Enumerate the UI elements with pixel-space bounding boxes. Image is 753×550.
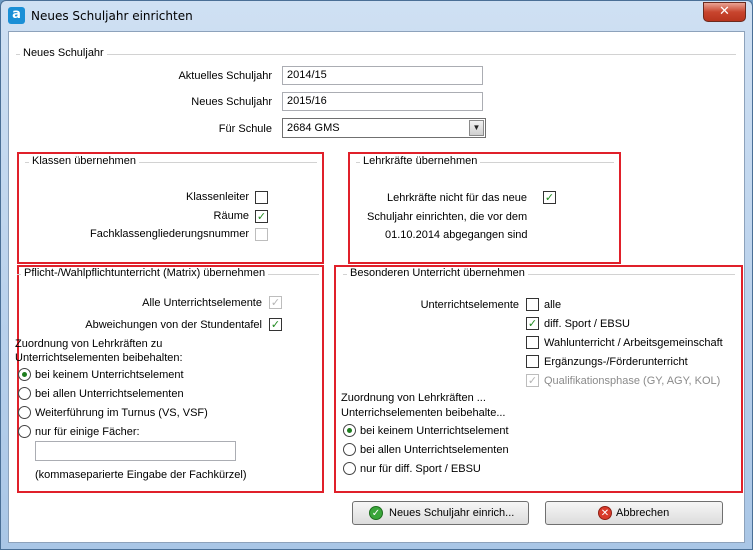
abbrechen-button[interactable]: ✕ Abbrechen [545, 501, 723, 525]
aktuelles-schuljahr-label: Aktuelles Schuljahr [178, 70, 272, 82]
lehrkraefte-text-line2: Schuljahr einrichten, die vor dem [367, 211, 528, 223]
besonderer-option-wahl-label: Wahlunterricht / Arbeitsgemeinschaft [544, 337, 723, 349]
dialog-content: Neues Schuljahr Aktuelles Schuljahr 2014… [8, 31, 745, 543]
raeume-checkbox[interactable]: ✓ [255, 210, 268, 223]
besonderer-radio-bei-keinem-label: bei keinem Unterrichtselement [360, 425, 509, 437]
group-title: Pflicht-/Wahlpflichtunterricht (Matrix) … [21, 267, 269, 279]
besonderer-radio-sport-label: nur für diff. Sport / EBSU [360, 463, 481, 475]
besonderer-option-quali-checkbox[interactable]: ✓ [526, 374, 539, 387]
faecher-hint: (kommaseparierte Eingabe der Fachkürzel) [35, 469, 247, 481]
ok-button-label: Neues Schuljahr einrich... [389, 507, 515, 519]
besonderer-radio-bei-allen[interactable] [343, 443, 356, 456]
besonderer-option-sport-label: diff. Sport / EBSU [544, 318, 631, 330]
chevron-down-icon[interactable]: ▼ [469, 120, 484, 136]
aktuelles-schuljahr-field[interactable]: 2014/15 [282, 66, 483, 85]
faecher-input[interactable] [35, 441, 236, 461]
pflicht-radio-bei-keinem-label: bei keinem Unterrichtselement [35, 369, 184, 381]
besonderer-option-ergaenzung-label: Ergänzungs-/Förderunterricht [544, 356, 688, 368]
abweichungen-checkbox[interactable]: ✓ [269, 318, 282, 331]
besonderer-elements-label: Unterrichtselemente [420, 299, 519, 311]
besonderer-option-quali-label: Qualifikationsphase (GY, AGY, KOL) [544, 375, 721, 387]
klassenleiter-checkbox[interactable] [255, 191, 268, 204]
pflicht-zuordnung-line1: Zuordnung von Lehrkräften zu [15, 338, 163, 350]
besonderer-radio-bei-keinem[interactable] [343, 424, 356, 437]
group-divider [16, 54, 736, 55]
pflicht-zuordnung-line2: Unterrichtselementen beibehalten: [15, 352, 183, 364]
besonderer-zuordnung-line2: Unterrichselementen beibehalte... [341, 407, 506, 419]
pflicht-radio-bei-keinem[interactable] [18, 368, 31, 381]
pflicht-radio-bei-allen-label: bei allen Unterrichtselementen [35, 388, 184, 400]
fachklassen-label: Fachklassengliederungsnummer [90, 228, 249, 240]
pflicht-radio-einige-faecher[interactable] [18, 425, 31, 438]
neues-schuljahr-einrichten-button[interactable]: ✓ Neues Schuljahr einrich... [352, 501, 529, 525]
klassenleiter-label: Klassenleiter [186, 191, 249, 203]
pflicht-radio-einige-faecher-label: nur für einige Fächer: [35, 426, 140, 438]
besonderer-radio-sport[interactable] [343, 462, 356, 475]
alle-unterrichtselemente-label: Alle Unterrichtselemente [142, 297, 262, 309]
besonderer-option-ergaenzung-checkbox[interactable] [526, 355, 539, 368]
alle-unterrichtselemente-checkbox[interactable]: ✓ [269, 296, 282, 309]
group-title: Lehrkräfte übernehmen [360, 155, 481, 167]
neues-schuljahr-field[interactable]: 2015/16 [282, 92, 483, 111]
app-icon: a [8, 7, 25, 24]
raeume-label: Räume [213, 210, 249, 222]
lehrkraefte-text-line3: 01.10.2014 abgegangen sind [385, 229, 528, 241]
besonderer-radio-bei-allen-label: bei allen Unterrichtselementen [360, 444, 509, 456]
pflicht-radio-bei-allen[interactable] [18, 387, 31, 400]
schule-select[interactable]: 2684 GMS ▼ [282, 118, 486, 138]
neues-schuljahr-label: Neues Schuljahr [191, 96, 272, 108]
schule-label: Für Schule [218, 123, 272, 135]
cancel-icon: ✕ [598, 506, 612, 520]
fachklassen-checkbox[interactable] [255, 228, 268, 241]
schule-select-value: 2684 GMS [287, 122, 340, 134]
group-title: Neues Schuljahr [20, 47, 107, 59]
cancel-button-label: Abbrechen [616, 507, 670, 519]
abweichungen-label: Abweichungen von der Stundentafel [85, 319, 262, 331]
check-icon: ✓ [369, 506, 383, 520]
lehrkraefte-text-line1: Lehrkräfte nicht für das neue [387, 192, 528, 204]
besonderer-option-sport-checkbox[interactable]: ✓ [526, 317, 539, 330]
dialog-window: a Neues Schuljahr einrichten ✕ Neues Sch… [0, 0, 753, 550]
group-title: Besonderen Unterricht übernehmen [347, 267, 528, 279]
besonderer-option-alle-checkbox[interactable] [526, 298, 539, 311]
lehrkraefte-checkbox[interactable]: ✓ [543, 191, 556, 204]
group-klassen: Klassen übernehmen [21, 155, 321, 255]
besonderer-option-alle-label: alle [544, 299, 562, 311]
window-title: Neues Schuljahr einrichten [31, 9, 193, 23]
close-button[interactable]: ✕ [703, 2, 746, 22]
pflicht-radio-turnus-label: Weiterführung im Turnus (VS, VSF) [35, 407, 208, 419]
title-bar[interactable]: a Neues Schuljahr einrichten ✕ [1, 1, 752, 31]
group-title: Klassen übernehmen [29, 155, 139, 167]
besonderer-zuordnung-line1: Zuordnung von Lehrkräften ... [341, 392, 486, 404]
besonderer-option-wahl-checkbox[interactable] [526, 336, 539, 349]
pflicht-radio-turnus[interactable] [18, 406, 31, 419]
